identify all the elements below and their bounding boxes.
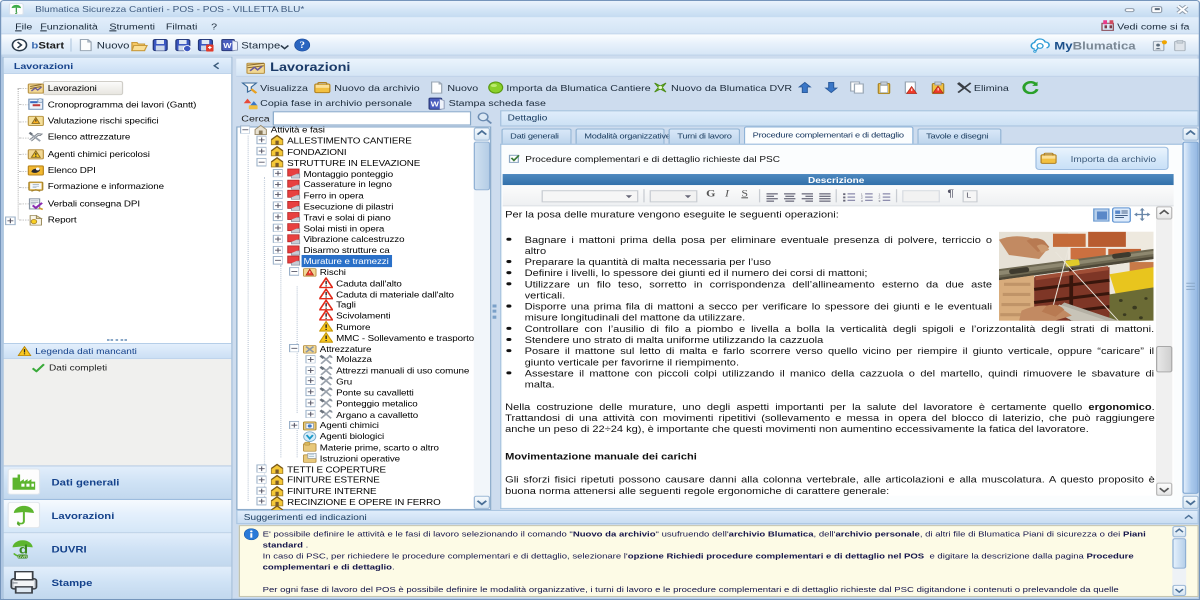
svg-text:3: 3 [878,199,880,203]
svg-text:W: W [431,101,440,109]
svg-text:DVR: DVR [18,554,27,558]
svg-text:W: W [223,42,232,50]
svg-text:?: ? [299,41,305,51]
svg-text:3: 3 [861,199,863,203]
